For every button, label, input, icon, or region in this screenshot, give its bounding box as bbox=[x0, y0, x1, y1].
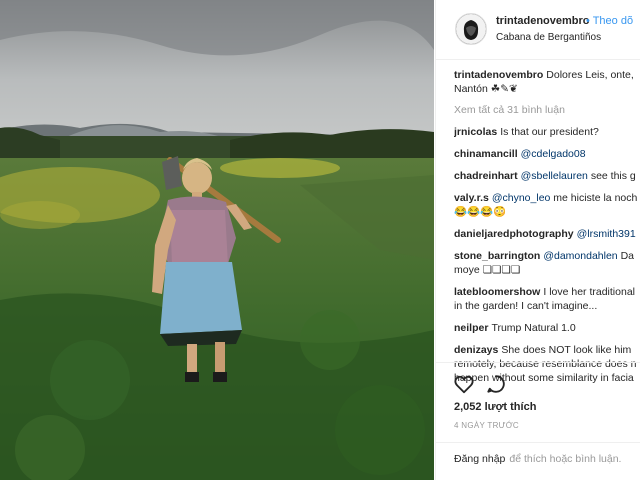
post-username[interactable]: trintadenovembro bbox=[496, 15, 590, 27]
comment-username[interactable]: chinamancill bbox=[454, 148, 518, 160]
follow-button[interactable]: • Theo dõ bbox=[586, 15, 633, 27]
comment-text: Da bbox=[620, 250, 634, 262]
login-link[interactable]: Đăng nhập bbox=[454, 453, 505, 465]
caption: trintadenovembro Dolores Leis, onte, Nant… bbox=[454, 68, 640, 96]
instagram-post: trintadenovembro • Theo dõ Cabana de Ber… bbox=[0, 0, 640, 480]
post-timestamp: 4 NGÀY TRƯỚC bbox=[454, 421, 520, 430]
comment-username[interactable]: jrnicolas bbox=[454, 126, 497, 138]
comment-text-line2: in the garden! I can't imagine... bbox=[454, 300, 598, 312]
list-item: stone_barrington @damondahlen Da moye ❏❏❏… bbox=[454, 249, 640, 277]
post-header: trintadenovembro • Theo dõ Cabana de Ber… bbox=[436, 0, 640, 60]
comment-mention[interactable]: @sbellelauren bbox=[521, 170, 588, 182]
comments-list: trintadenovembro Dolores Leis, onte, Nant… bbox=[454, 68, 640, 393]
post-photo[interactable] bbox=[0, 0, 434, 480]
comment-icon[interactable] bbox=[485, 373, 507, 395]
list-item: jrnicolas Is that our president? bbox=[454, 125, 640, 139]
comment-text-line2: 😂😂😂😳 bbox=[454, 206, 507, 218]
likes-count[interactable]: 2,052 lượt thích bbox=[454, 401, 536, 413]
photo-image bbox=[0, 0, 434, 480]
heart-icon[interactable] bbox=[453, 373, 475, 395]
caption-text-line1: Dolores Leis, onte, bbox=[546, 69, 634, 81]
comment-text: Trump Natural 1.0 bbox=[491, 322, 576, 334]
comment-username[interactable]: denizays bbox=[454, 344, 498, 356]
login-text: để thích hoặc bình luận. bbox=[509, 453, 622, 465]
comment-text: me hiciste la noch bbox=[553, 192, 638, 204]
list-item: valy.r.s @chyno_leo me hiciste la noch 😂😂… bbox=[454, 191, 640, 219]
comment-mention[interactable]: @cdelgado08 bbox=[521, 148, 586, 160]
login-prompt: Đăng nhập để thích hoặc bình luận. bbox=[436, 442, 640, 483]
comment-username[interactable]: neilper bbox=[454, 322, 488, 334]
caption-username[interactable]: trintadenovembro bbox=[454, 69, 543, 81]
list-item: latebloomershow I love her traditional in… bbox=[454, 285, 640, 313]
comment-mention[interactable]: @damondahlen bbox=[543, 250, 617, 262]
post-location[interactable]: Cabana de Bergantiños bbox=[496, 32, 601, 43]
comment-username[interactable]: stone_barrington bbox=[454, 250, 540, 262]
list-item: danieljaredphotography @lrsmith391 bbox=[454, 227, 640, 241]
comment-mention[interactable]: @lrsmith391 bbox=[577, 228, 636, 240]
list-item: chadreinhart @sbellelauren see this g bbox=[454, 169, 640, 183]
comment-mention[interactable]: @chyno_leo bbox=[492, 192, 551, 204]
comment-text-line2: moye ❏❏❏❏ bbox=[454, 264, 521, 276]
list-item: chinamancill @cdelgado08 bbox=[454, 147, 640, 161]
avatar[interactable] bbox=[455, 13, 487, 45]
comment-text: I love her traditional bbox=[543, 286, 635, 298]
post-actions: 2,052 lượt thích 4 NGÀY TRƯỚC Đăng nhập đ… bbox=[436, 362, 640, 483]
comment-username[interactable]: chadreinhart bbox=[454, 170, 518, 182]
caption-text-line2: Nantón ☘✎❦ bbox=[454, 83, 518, 95]
comment-text: She does NOT look like him bbox=[501, 344, 632, 356]
comment-text: Is that our president? bbox=[500, 126, 599, 138]
list-item: neilper Trump Natural 1.0 bbox=[454, 321, 640, 335]
post-sidebar: trintadenovembro • Theo dõ Cabana de Ber… bbox=[435, 0, 640, 480]
comment-username[interactable]: danieljaredphotography bbox=[454, 228, 574, 240]
comment-username[interactable]: latebloomershow bbox=[454, 286, 540, 298]
comment-text: see this g bbox=[590, 170, 636, 182]
view-all-comments-link[interactable]: Xem tất cả 31 bình luận bbox=[454, 104, 640, 116]
comment-username[interactable]: valy.r.s bbox=[454, 192, 489, 204]
avatar-icon bbox=[456, 14, 486, 44]
